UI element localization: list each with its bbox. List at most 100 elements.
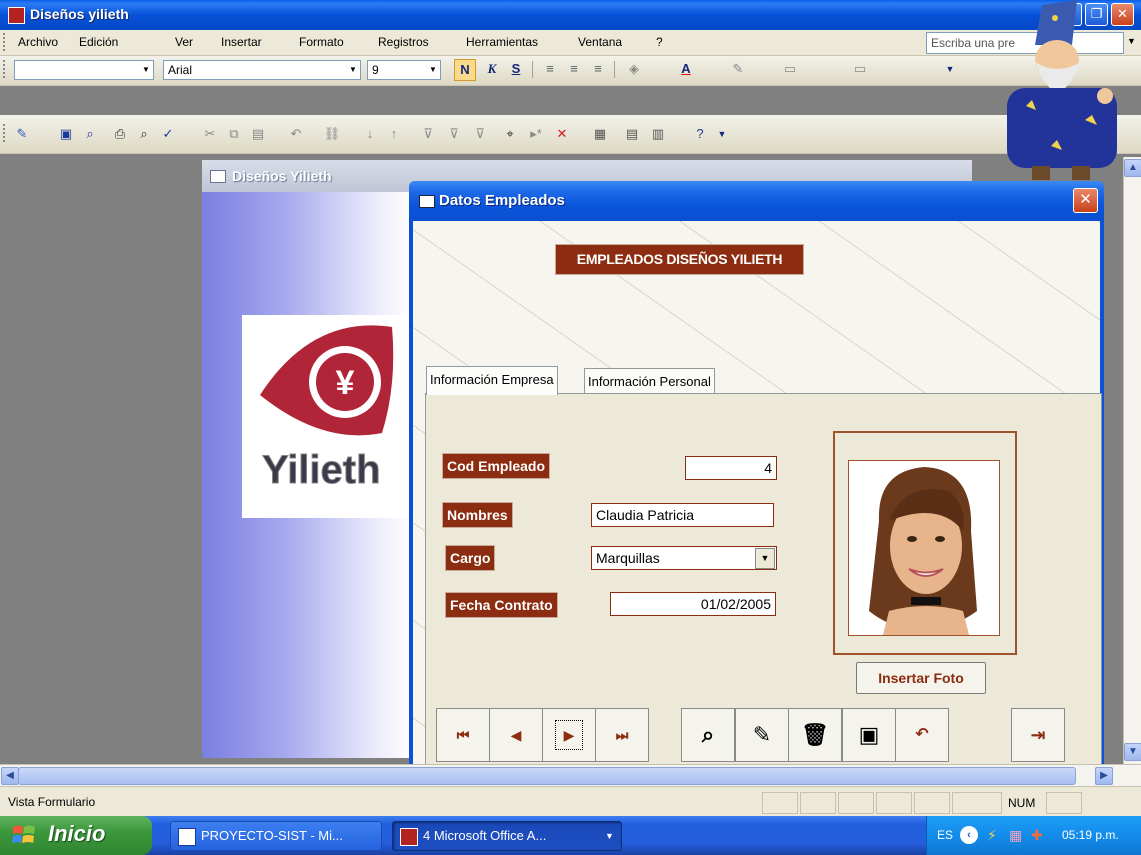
print-preview-icon[interactable]: ⌕ [134,124,154,144]
task-label-access: 4 Microsoft Office A... [423,828,547,843]
cargo-select[interactable]: Marquillas ▼ [591,546,777,570]
horizontal-scrollbar[interactable]: ◀ ▶ [0,764,1141,787]
delete-record-button[interactable]: 🗑 [788,708,842,762]
dialog-title-bar[interactable]: Datos Empleados ✕ [409,181,1104,221]
menu-formato[interactable]: Formato [299,35,344,49]
vertical-scrollbar[interactable]: ▲ ▼ [1123,157,1141,764]
scroll-right-icon[interactable]: ▶ [1095,767,1113,785]
find-icon[interactable]: ⌖ [500,124,520,144]
border-style-icon[interactable]: ▭ [850,59,870,79]
filter-by-selection-icon[interactable]: ⊽ [418,124,438,144]
previous-record-button[interactable]: ◀ [489,708,543,762]
edit-record-button[interactable]: ✎ [735,708,789,762]
trash-can-icon: 🗑 [801,722,829,747]
menu-edicion[interactable]: Edición [79,35,118,49]
taskbar-task-access[interactable]: 4 Microsoft Office A... ▼ [392,821,622,851]
object-combo[interactable]: ▼ [14,60,154,80]
tray-expand-icon[interactable]: ‹ [960,826,978,844]
apply-filter-icon[interactable]: ⊽ [470,124,490,144]
nombres-field[interactable]: Claudia Patricia [591,503,774,527]
menu-help[interactable]: ? [656,35,663,49]
filter-by-form-icon[interactable]: ⊽ [444,124,464,144]
line-width-icon[interactable]: ▭ [780,59,800,79]
sort-ascending-icon[interactable]: ↓ [360,124,380,144]
status-cell [952,792,1002,814]
dialog-close-button[interactable]: ✕ [1073,188,1098,213]
print-icon[interactable]: ⎙ [110,124,130,144]
start-button[interactable]: Inicio [0,816,152,855]
nombres-label: Nombres [442,502,513,528]
logo-text: Yilieth [262,448,381,492]
tray-app-icon[interactable]: ▦ [1009,827,1022,844]
cut-icon[interactable]: ✂ [200,124,220,144]
font-combo[interactable]: Arial ▼ [163,60,361,80]
tab-informacion-empresa[interactable]: Información Empresa [426,366,558,395]
underline-button[interactable]: S [506,59,526,79]
view-icon[interactable]: ✎ [12,124,32,144]
line-color-icon[interactable]: ✎ [728,59,748,79]
font-color-icon[interactable]: A [676,59,696,79]
paste-icon[interactable]: ▤ [248,124,268,144]
scroll-down-icon[interactable]: ▼ [1124,743,1141,761]
cod-empleado-field[interactable]: 4 [685,456,777,480]
tray-security-icon[interactable]: ✚ [1031,827,1043,844]
horizontal-scroll-thumb[interactable] [18,767,1076,785]
office-assistant-wizard[interactable] [997,0,1141,182]
align-right-icon[interactable]: ≡ [588,59,608,79]
toolbar-options-icon[interactable]: ▼ [940,59,960,79]
status-cell [762,792,798,814]
menu-insertar[interactable]: Insertar [221,35,262,49]
chevron-down-icon[interactable]: ▼ [755,548,775,569]
system-tray: ES ‹ ⚡ ▦ ✚ 05:19 p.m. [926,816,1141,855]
spelling-icon[interactable]: ✓ [158,124,178,144]
align-left-icon[interactable]: ≡ [540,59,560,79]
undo-icon[interactable]: ↶ [286,124,306,144]
num-lock-indicator: NUM [1008,796,1036,810]
copy-icon[interactable]: ⧉ [224,124,244,144]
new-object-icon[interactable]: ▥ [648,124,668,144]
sort-descending-icon[interactable]: ↑ [384,124,404,144]
next-record-button[interactable]: ▶ [542,708,596,762]
save-record-button[interactable]: ▣ [842,708,896,762]
scroll-up-icon[interactable]: ▲ [1124,159,1141,177]
cod-empleado-value: 4 [764,460,772,476]
language-indicator[interactable]: ES [937,828,953,842]
menu-ver[interactable]: Ver [175,35,193,49]
delete-record-icon[interactable]: ✕ [552,124,572,144]
form-heading-text: EMPLEADOS DISEÑOS YILIETH [576,251,783,267]
logo-emblem-icon: ¥ Yilieth [260,325,394,493]
database-window-icon[interactable]: ▤ [622,124,642,144]
help-icon[interactable]: ? [690,124,710,144]
insertar-foto-button[interactable]: Insertar Foto [856,662,986,694]
fill-color-icon[interactable]: ◈ [624,59,644,79]
new-record-icon[interactable]: ▸* [526,124,546,144]
italic-button[interactable]: K [482,59,502,79]
last-record-icon: ⏭ [615,727,629,743]
exit-form-button[interactable]: ⇥ [1011,708,1065,762]
menu-registros[interactable]: Registros [378,35,429,49]
save-icon[interactable]: ▣ [56,124,76,144]
search-file-icon[interactable]: ⌕ [80,124,100,144]
menu-herramientas[interactable]: Herramientas [466,35,538,49]
menu-archivo[interactable]: Archivo [18,35,58,49]
bold-button[interactable]: N [454,59,476,81]
toolbar-options-icon[interactable]: ▼ [712,124,732,144]
first-record-button[interactable]: ⏮ [436,708,490,762]
align-center-icon[interactable]: ≡ [564,59,584,79]
find-record-button[interactable]: ⌕ [681,708,735,762]
undo-record-button[interactable]: ↶ [895,708,949,762]
menu-ventana[interactable]: Ventana [578,35,622,49]
hyperlink-icon[interactable]: ⛓ [322,124,342,144]
app-title-bar: Diseños yilieth _ ❐ ✕ [0,0,1141,30]
start-label: Inicio [48,821,106,846]
fecha-contrato-value: 01/02/2005 [700,596,771,612]
fecha-contrato-field[interactable]: 01/02/2005 [610,592,776,616]
windows-flag-icon [12,825,35,843]
last-record-button[interactable]: ⏭ [595,708,649,762]
tab-informacion-personal[interactable]: Información Personal [584,368,715,395]
scroll-left-icon[interactable]: ◀ [1,767,19,785]
taskbar-task-word[interactable]: PROYECTO-SIST - Mi... [170,821,382,851]
properties-icon[interactable]: ▦ [590,124,610,144]
tray-network-icon[interactable]: ⚡ [987,827,997,844]
font-size-combo[interactable]: 9 ▼ [367,60,441,80]
